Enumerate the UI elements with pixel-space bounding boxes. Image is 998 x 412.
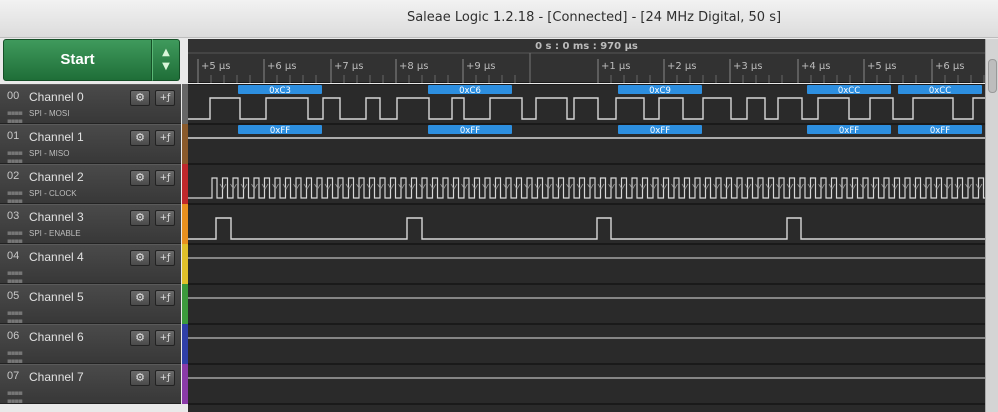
chevron-up-icon: ▲ [162,47,170,58]
start-options-button[interactable]: ▲ ▼ [152,39,180,81]
trigger-icon[interactable]: +ƒ [155,330,175,346]
gear-icon[interactable]: ⚙ [130,170,150,186]
channel-name[interactable]: Channel 3 [29,210,84,224]
channel-name[interactable]: Channel 1 [29,130,84,144]
channel-analyzer-label: SPI - MOSI [29,109,70,118]
svg-text:0xFF: 0xFF [650,126,670,136]
grip-icon[interactable]: ▪▪▪▪ ▪▪▪▪ [7,229,23,245]
channel-row[interactable]: 04 ▪▪▪▪ ▪▪▪▪ Channel 4 ⚙ +ƒ [0,244,181,285]
channel-row[interactable]: 06 ▪▪▪▪ ▪▪▪▪ Channel 6 ⚙ +ƒ [0,324,181,365]
chevron-down-icon: ▼ [162,61,170,72]
channel-name[interactable]: Channel 5 [29,290,84,304]
svg-text:0xC9: 0xC9 [649,86,671,96]
channel-number: 01 [7,130,20,142]
channel-analyzer-label: SPI - CLOCK [29,189,77,198]
channel-number: 00 [7,90,20,102]
svg-text:0xC6: 0xC6 [459,86,481,96]
channel-number: 03 [7,210,20,222]
grip-icon[interactable]: ▪▪▪▪ ▪▪▪▪ [7,189,23,205]
channel-name[interactable]: Channel 2 [29,170,84,184]
svg-text:0xFF: 0xFF [460,126,480,136]
time-tick-label: +4 µs [801,61,831,72]
window-title: Saleae Logic 1.2.18 - [Connected] - [24 … [406,10,782,25]
gear-icon[interactable]: ⚙ [130,250,150,266]
waveform-area[interactable]: 0xC3 0xC6 0xC9 0xCC 0xCC 0xFF 0xFF 0xFF 0xFF 0xFF [188,84,985,412]
grip-icon[interactable]: ▪▪▪▪ ▪▪▪▪ [7,109,23,125]
channel-row[interactable]: 07 ▪▪▪▪ ▪▪▪▪ Channel 7 ⚙ +ƒ [0,364,181,405]
trigger-icon[interactable]: +ƒ [155,210,175,226]
channel-row[interactable]: 00 ▪▪▪▪ ▪▪▪▪ Channel 0 SPI - MOSI ⚙ +ƒ [0,84,181,125]
svg-text:0xCC: 0xCC [838,86,860,96]
time-tick-label: +2 µs [667,61,697,72]
start-button[interactable]: Start [3,39,152,81]
title-bar: Saleae Logic 1.2.18 - [Connected] - [24 … [0,0,998,38]
time-tick-label: +1 µs [601,61,631,72]
svg-text:0xFF: 0xFF [839,126,859,136]
gear-icon[interactable]: ⚙ [130,130,150,146]
grip-icon[interactable]: ▪▪▪▪ ▪▪▪▪ [7,269,23,285]
channel-number: 04 [7,250,20,262]
svg-text:0xFF: 0xFF [930,126,950,136]
gear-icon[interactable]: ⚙ [130,370,150,386]
time-ruler[interactable]: +5 µs +6 µs +7 µs +8 µs +9 µs +1 µs +2 µs +3 µs… [188,39,985,83]
time-tick-label: +6 µs [935,61,965,72]
grip-icon[interactable]: ▪▪▪▪ ▪▪▪▪ [7,349,23,365]
grip-icon[interactable]: ▪▪▪▪ ▪▪▪▪ [7,149,23,165]
time-tick-label: +6 µs [267,61,297,72]
gear-icon[interactable]: ⚙ [130,210,150,226]
time-tick-label: +5 µs [867,61,897,72]
channel-name[interactable]: Channel 4 [29,250,84,264]
channel-row[interactable]: 05 ▪▪▪▪ ▪▪▪▪ Channel 5 ⚙ +ƒ [0,284,181,325]
svg-text:0xCC: 0xCC [929,86,951,96]
time-tick-label: +5 µs [201,61,231,72]
channel-analyzer-label: SPI - ENABLE [29,229,81,238]
channel-analyzer-label: SPI - MISO [29,149,70,158]
trigger-icon[interactable]: +ƒ [155,370,175,386]
gear-icon[interactable]: ⚙ [130,330,150,346]
time-tick-label: +8 µs [399,61,429,72]
time-tick-label: +7 µs [334,61,364,72]
trigger-icon[interactable]: +ƒ [155,170,175,186]
grip-icon[interactable]: ▪▪▪▪ ▪▪▪▪ [7,309,23,325]
channel-number: 07 [7,370,20,382]
trigger-icon[interactable]: +ƒ [155,250,175,266]
channel-name[interactable]: Channel 0 [29,90,84,104]
channel-name[interactable]: Channel 7 [29,370,84,384]
channel-number: 02 [7,170,20,182]
time-tick-label: +9 µs [466,61,496,72]
svg-text:0xFF: 0xFF [270,126,290,136]
gear-icon[interactable]: ⚙ [130,90,150,106]
channel-name[interactable]: Channel 6 [29,330,84,344]
channel-number: 05 [7,290,20,302]
trigger-icon[interactable]: +ƒ [155,90,175,106]
trigger-icon[interactable]: +ƒ [155,130,175,146]
time-tick-label: +3 µs [733,61,763,72]
svg-text:0xC3: 0xC3 [269,86,291,96]
scrollbar-thumb[interactable] [988,59,997,93]
grip-icon[interactable]: ▪▪▪▪ ▪▪▪▪ [7,389,23,405]
channel-row[interactable]: 02 ▪▪▪▪ ▪▪▪▪ Channel 2 SPI - CLOCK ⚙ +ƒ [0,164,181,205]
trigger-icon[interactable]: +ƒ [155,290,175,306]
timeline-header[interactable]: 0 s : 0 ms : 970 µs +5 µs +6 µs +7 µs +8 µs… [188,39,985,83]
channel-row[interactable]: 01 ▪▪▪▪ ▪▪▪▪ Channel 1 SPI - MISO ⚙ +ƒ [0,124,181,165]
vertical-scrollbar[interactable] [985,39,998,412]
channel-row[interactable]: 03 ▪▪▪▪ ▪▪▪▪ Channel 3 SPI - ENABLE ⚙ +ƒ [0,204,181,245]
gear-icon[interactable]: ⚙ [130,290,150,306]
channel-number: 06 [7,330,20,342]
